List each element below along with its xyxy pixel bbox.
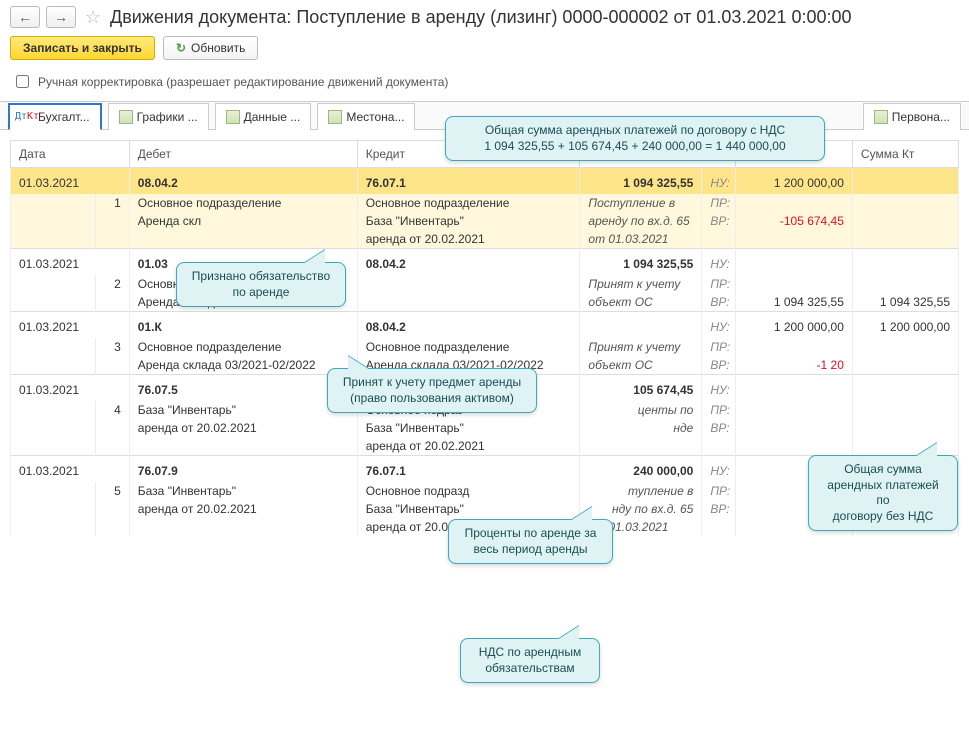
tab-location[interactable]: Местона...	[317, 103, 415, 130]
save-close-button[interactable]: Записать и закрыть	[10, 36, 155, 60]
callout-liability: Признано обязательствопо аренде	[176, 262, 346, 307]
favorite-icon[interactable]: ☆	[82, 6, 104, 28]
table-row[interactable]: 01.03.2021 01.К 08.04.2 НУ: 1 200 000,00…	[11, 312, 959, 339]
refresh-icon	[176, 41, 186, 55]
tab-data[interactable]: Данные ...	[215, 103, 312, 130]
page-title: Движения документа: Поступление в аренду…	[110, 7, 852, 28]
table-row[interactable]: Аренда скл База "Инвентарь" аренду по вх…	[11, 212, 959, 230]
table-row[interactable]: 01.03.2021 08.04.2 76.07.1 1 094 325,55 …	[11, 168, 959, 195]
table-icon	[328, 110, 342, 124]
table-row[interactable]: аренда от 20.02.2021 от 01.03.2021	[11, 230, 959, 249]
nav-back[interactable]: ←	[10, 6, 40, 28]
manual-correction-checkbox[interactable]	[16, 75, 29, 88]
table-icon	[874, 110, 888, 124]
table-row[interactable]: аренда от 20.02.2021	[11, 437, 959, 456]
table-row[interactable]: 01.03.2021 01.03 08.04.2 1 094 325,55 НУ…	[11, 249, 959, 276]
callout-total-with-vat: Общая сумма арендных платежей по договор…	[445, 116, 825, 161]
callout-interest: Проценты по аренде завесь период аренды	[448, 519, 613, 564]
th-sum-kt[interactable]: Сумма Кт	[852, 141, 958, 168]
callout-vat: НДС по аренднымобязательствам	[460, 638, 600, 683]
table-icon	[226, 110, 240, 124]
table-icon	[119, 110, 133, 124]
table-row[interactable]: 2 Основное подразделение Принят к учету …	[11, 275, 959, 293]
th-date[interactable]: Дата	[11, 141, 130, 168]
dtkt-icon: ДтКт	[20, 110, 34, 124]
manual-correction-label: Ручная корректировка (разрешает редактир…	[38, 75, 448, 89]
table-row[interactable]: 3 Основное подразделение Основное подраз…	[11, 338, 959, 356]
nav-forward[interactable]: →	[46, 6, 76, 28]
th-debit[interactable]: Дебет	[129, 141, 357, 168]
table-row[interactable]: 1 Основное подразделение Основное подраз…	[11, 194, 959, 212]
callout-accepted: Принят к учету предмет аренды(право поль…	[327, 368, 537, 413]
table-row[interactable]: аренда от 20.02.2021 База "Инвентарь" нд…	[11, 419, 959, 437]
tab-initial[interactable]: Первона...	[863, 103, 961, 130]
refresh-button[interactable]: Обновить	[163, 36, 258, 60]
tab-graphs[interactable]: Графики ...	[108, 103, 209, 130]
table-row[interactable]: Аренда склада 03/2021-02/2022 объект ОС …	[11, 293, 959, 312]
tab-accounting[interactable]: ДтКт Бухгалт...	[8, 103, 102, 130]
callout-total-no-vat: Общая суммаарендных платежей подоговору …	[808, 455, 958, 531]
